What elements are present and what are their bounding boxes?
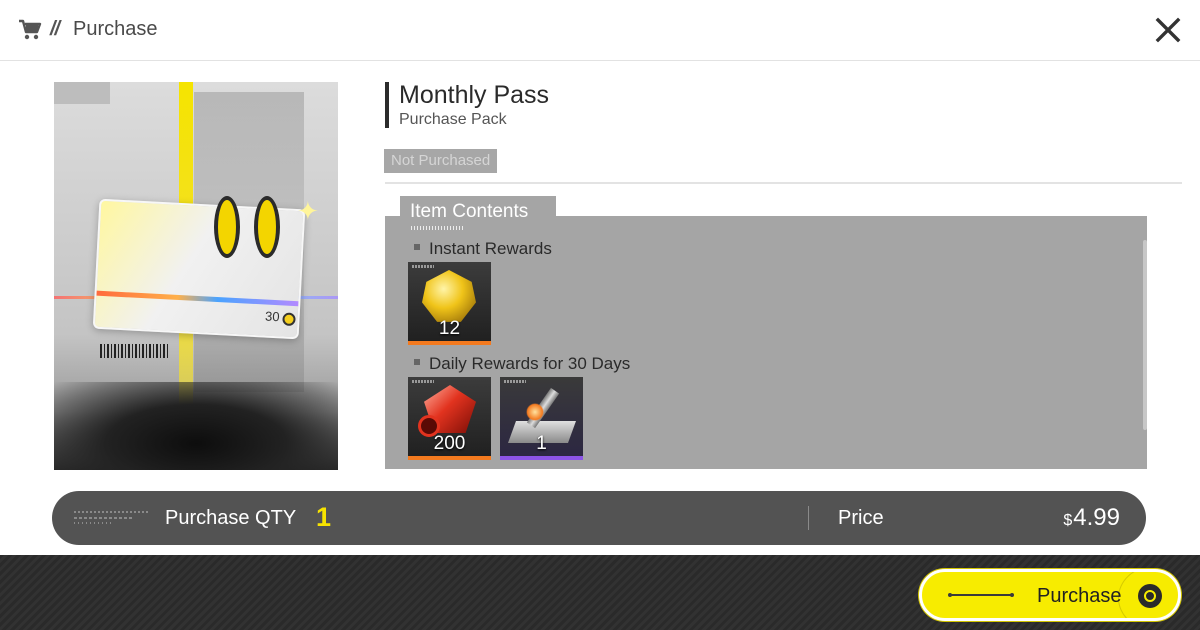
contents-scrollbar[interactable] <box>1143 240 1147 430</box>
coin-icon <box>282 312 296 327</box>
purchase-qty-label: Purchase QTY <box>165 507 297 529</box>
purchase-qty-value[interactable]: 1 <box>316 502 331 533</box>
title-accent-bar <box>385 82 389 128</box>
currency-circle-icon <box>1138 584 1162 608</box>
price-value: $4.99 <box>1063 504 1120 532</box>
rarity-bar <box>500 456 583 460</box>
cart-icon <box>19 19 42 40</box>
purchase-button[interactable]: Purchase <box>919 569 1181 621</box>
monthly-pass-artwork: 30 ✦ <box>54 82 338 470</box>
currency-symbol: $ <box>1063 512 1073 529</box>
reward-qty: 200 <box>433 433 466 454</box>
close-icon[interactable] <box>1154 16 1182 44</box>
section-label-text: Daily Rewards for 30 Days <box>429 354 631 373</box>
rarity-bar <box>408 456 491 460</box>
gold-crystal-icon <box>422 270 476 322</box>
mascot-eye-left <box>214 196 240 258</box>
price-amount: 4.99 <box>1073 504 1120 531</box>
reward-tag <box>412 380 434 383</box>
divider <box>385 182 1182 184</box>
price-label: Price <box>838 507 884 529</box>
card-stripe <box>96 290 299 307</box>
purchase-button-label: Purchase <box>1037 585 1122 607</box>
key-glow <box>526 403 544 421</box>
rarity-bar <box>408 341 491 345</box>
header-slashes: // <box>50 18 60 40</box>
sparkle-icon: ✦ <box>297 196 319 226</box>
item-title: Monthly Pass <box>399 81 550 109</box>
reward-qty: 12 <box>438 318 461 339</box>
reward-item[interactable]: 200 <box>408 377 491 460</box>
art-smoke <box>54 382 338 470</box>
mascot-eye-right <box>254 196 280 258</box>
header-bar: // Purchase <box>0 0 1200 61</box>
art-frame-corner <box>54 82 110 104</box>
page-title: Purchase <box>73 18 158 40</box>
reward-item[interactable]: 1 <box>500 377 583 460</box>
reward-qty: 1 <box>536 433 547 454</box>
reward-tag <box>412 265 434 268</box>
section-label-daily: Daily Rewards for 30 Days <box>414 354 630 374</box>
bar-divider <box>808 506 809 530</box>
section-label-instant: Instant Rewards <box>414 239 552 259</box>
bullet <box>414 244 420 250</box>
item-subtitle: Purchase Pack <box>399 111 507 128</box>
status-badge: Not Purchased <box>384 149 498 173</box>
item-contents-label: Item Contents <box>410 201 529 222</box>
section-label-text: Instant Rewards <box>429 239 552 258</box>
reward-tag <box>504 380 526 383</box>
card-number: 30 <box>264 308 281 325</box>
button-line-decoration <box>948 593 1014 597</box>
tab-tick-decoration <box>411 226 463 230</box>
reward-item[interactable]: 12 <box>408 262 491 345</box>
bar-decoration <box>74 511 150 525</box>
bullet <box>414 359 420 365</box>
barcode <box>100 344 170 358</box>
